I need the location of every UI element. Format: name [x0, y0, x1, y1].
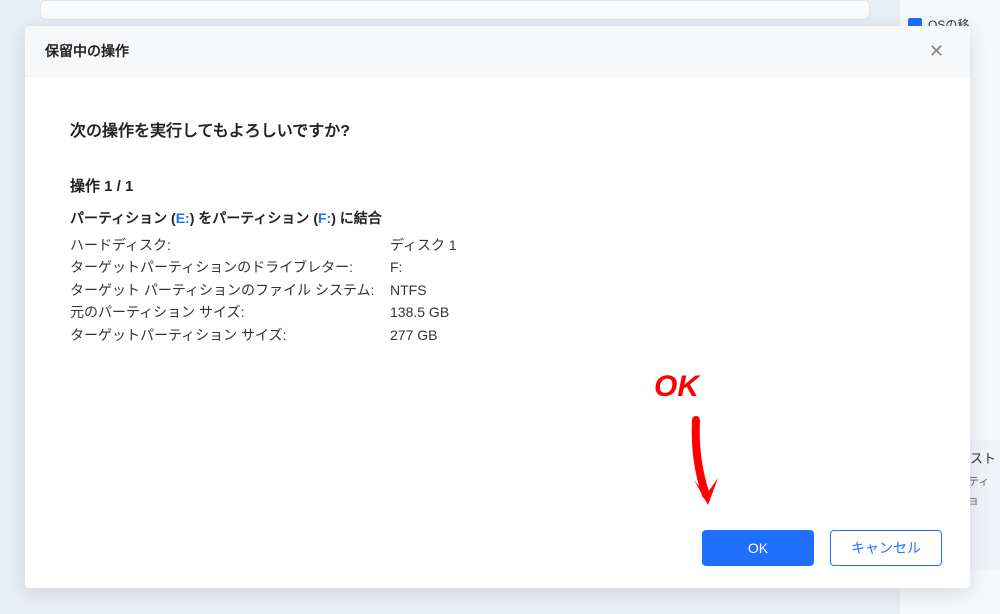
dialog-header: 保留中の操作 ✕ — [25, 26, 970, 77]
drive-letter-f: F: — [318, 210, 331, 226]
detail-label: ハードディスク: — [70, 234, 390, 256]
background-panel — [40, 0, 870, 20]
annotation-ok-text: OK — [654, 370, 699, 404]
close-icon: ✕ — [929, 41, 944, 61]
detail-row: 元のパーティション サイズ: 138.5 GB — [70, 301, 925, 323]
drive-letter-e: E: — [176, 210, 190, 226]
detail-row: ハードディスク: ディスク 1 — [70, 234, 925, 256]
detail-value: F: — [390, 256, 925, 278]
dialog-footer: OK キャンセル — [25, 514, 970, 588]
detail-label: 元のパーティション サイズ: — [70, 301, 390, 323]
ok-button[interactable]: OK — [702, 530, 814, 566]
close-button[interactable]: ✕ — [923, 40, 950, 62]
detail-value: ディスク 1 — [390, 234, 925, 256]
detail-value: NTFS — [390, 279, 925, 301]
op-title-text: ) をパーティション ( — [190, 210, 318, 226]
op-title-text: ) に結合 — [331, 210, 382, 226]
detail-value: 277 GB — [390, 324, 925, 346]
confirm-question: 次の操作を実行してもよろしいですか? — [70, 117, 925, 141]
detail-label: ターゲットパーティションのドライブレター: — [70, 256, 390, 278]
operation-title: パーティション (E:) をパーティション (F:) に結合 — [70, 208, 925, 228]
cancel-button-label: キャンセル — [851, 538, 921, 558]
detail-row: ターゲットパーティション サイズ: 277 GB — [70, 324, 925, 346]
operation-details: ハードディスク: ディスク 1 ターゲットパーティションのドライブレター: F:… — [70, 234, 925, 346]
detail-label: ターゲットパーティション サイズ: — [70, 324, 390, 346]
dialog-title: 保留中の操作 — [45, 41, 129, 61]
ok-button-label: OK — [748, 540, 768, 556]
detail-row: ターゲットパーティションのドライブレター: F: — [70, 256, 925, 278]
dialog-body: 次の操作を実行してもよろしいですか? 操作 1 / 1 パーティション (E:)… — [25, 77, 970, 514]
detail-row: ターゲット パーティションのファイル システム: NTFS — [70, 279, 925, 301]
operation-heading: 操作 1 / 1 — [70, 175, 925, 196]
cancel-button[interactable]: キャンセル — [830, 530, 942, 566]
pending-operations-dialog: 保留中の操作 ✕ 次の操作を実行してもよろしいですか? 操作 1 / 1 パーテ… — [25, 26, 970, 588]
detail-value: 138.5 GB — [390, 301, 925, 323]
op-title-text: パーティション ( — [70, 210, 176, 226]
detail-label: ターゲット パーティションのファイル システム: — [70, 279, 390, 301]
